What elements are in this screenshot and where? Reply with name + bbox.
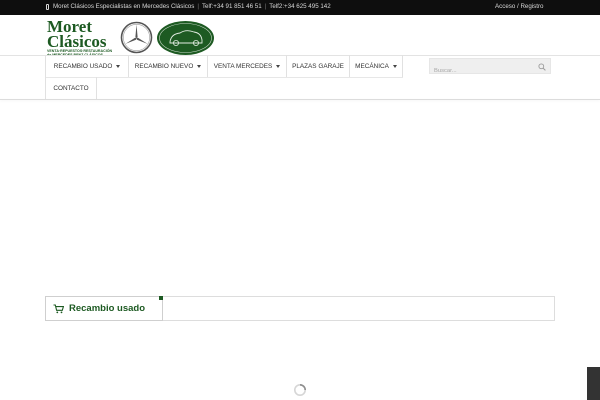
nav-label: Recambio nuevo [134, 62, 194, 70]
caret-down-icon [116, 64, 121, 68]
corner-accent [159, 296, 163, 300]
nav-item-contacto[interactable]: Contacto [45, 77, 97, 99]
caret-down-icon [197, 64, 202, 68]
separator: | [197, 3, 199, 10]
loading-spinner-icon [294, 384, 306, 396]
nav-label: Contacto [53, 84, 89, 92]
moret-clasicos-badge [157, 21, 214, 55]
caret-down-icon [392, 64, 397, 68]
caret-down-icon [276, 64, 281, 68]
mercedes-star-icon [120, 21, 153, 54]
search-input[interactable] [430, 64, 550, 78]
logo-line2: Clásicos [47, 32, 107, 51]
nav-item-recambio-usado[interactable]: Recambio usado [45, 55, 128, 77]
separator: | [264, 3, 267, 10]
nav-label: Plazas garaje [292, 62, 344, 70]
scroll-to-top-button[interactable] [587, 367, 600, 400]
nav-row-divider [45, 77, 403, 78]
section-heading-tab: Recambio usado [45, 296, 163, 321]
nav-item-plazas-garaje[interactable]: Plazas garaje [286, 55, 349, 77]
nav-item-mecanica[interactable]: Mecánica [349, 55, 403, 77]
nav-item-recambio-nuevo[interactable]: Recambio nuevo [128, 55, 207, 77]
search-icon[interactable] [538, 63, 546, 71]
main-nav: Recambio usado Recambio nuevo Venta Merc… [45, 55, 403, 77]
nav-item-venta-mercedes[interactable]: Venta Mercedes [207, 55, 286, 77]
login-register-link[interactable]: Acceso / Registro [495, 3, 544, 10]
phone1-text: Telf:+34 91 851 46 51 [201, 3, 262, 10]
nav-row2: Contacto [45, 77, 97, 99]
shopping-cart-icon [53, 303, 64, 313]
tagline-text: Moret Clásicos Especialistas en Mercedes… [53, 3, 195, 10]
top-bar: Moret Clásicos Especialistas en Mercedes… [0, 0, 600, 15]
phone2-text: Telf2:+34 625 495 142 [269, 3, 331, 10]
site-logo[interactable]: Moret Clásicos VENTA·REPUESTOS·RESTAURAC… [47, 18, 125, 57]
section-title: Recambio usado [69, 303, 146, 314]
nav-label: Venta Mercedes [213, 62, 273, 70]
top-contact-info: Moret Clásicos Especialistas en Mercedes… [46, 3, 331, 10]
search-box [429, 58, 551, 78]
nav-label: Recambio usado [53, 62, 113, 70]
header-bottom-border [0, 99, 600, 100]
nav-label: Mecánica [355, 62, 389, 70]
mobile-phone-icon [46, 3, 49, 10]
